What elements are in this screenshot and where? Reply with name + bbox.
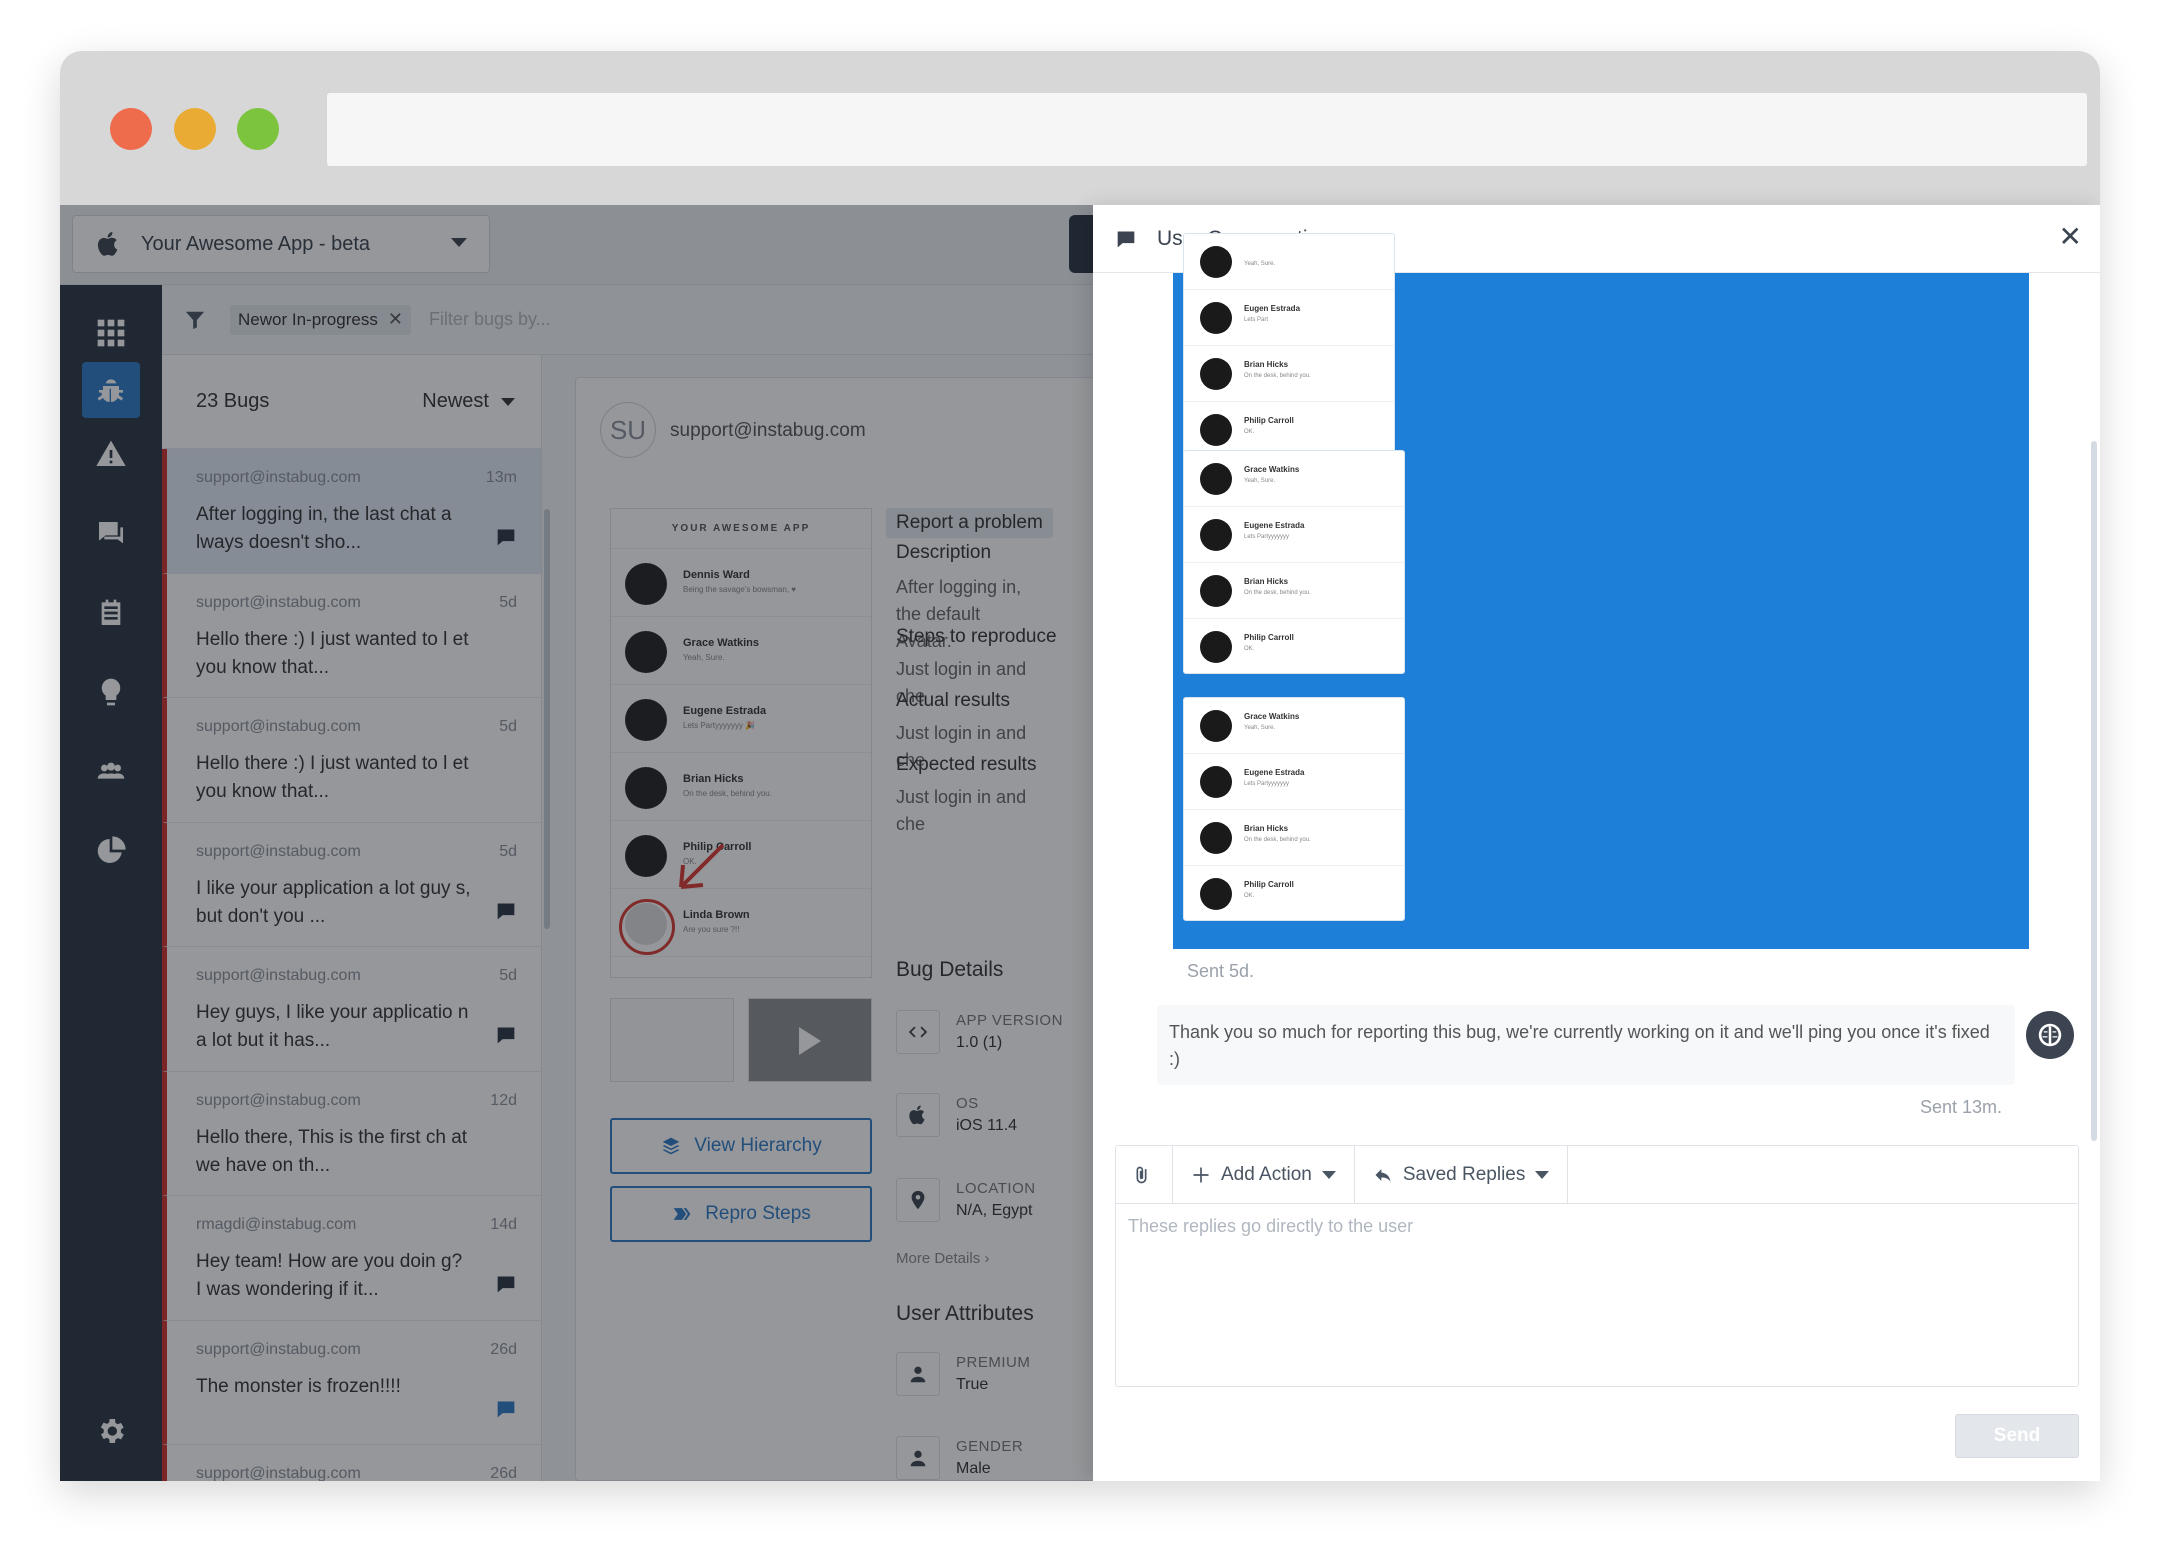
contact-status: On the desk, behind you. — [1244, 373, 1311, 379]
attachment-row: Philip Carroll OK. — [1184, 619, 1404, 673]
attachment-row: Brian Hicks On the desk, behind you. — [1184, 346, 1394, 402]
contact-status: Yeah, Sure. — [1244, 725, 1276, 731]
agent-reply-message: Thank you so much for reporting this bug… — [1157, 1005, 2015, 1085]
contact-name: Philip Carroll — [1244, 633, 1294, 642]
contact-name: Brian Hicks — [1244, 824, 1289, 833]
reply-textarea[interactable]: These replies go directly to the user — [1116, 1204, 2078, 1249]
reply-composer: Add Action Saved Replies These replies g… — [1115, 1145, 2079, 1387]
attachment-row: Brian Hicks On the desk, behind you. — [1184, 810, 1404, 866]
contact-status: On the desk, behind you. — [1244, 837, 1311, 843]
attachment-row: Grace Watkins Yeah, Sure. — [1184, 698, 1404, 754]
attachment-row: Eugen Estrada Lets Part — [1184, 290, 1394, 346]
agent-avatar — [2026, 1011, 2074, 1059]
contact-status: Lets Partyyyyyyy — [1244, 781, 1290, 787]
attachment-card: Grace Watkins Yeah, Sure. Eugene Estrada Le… — [1183, 697, 1405, 921]
attachment-row: Eugene Estrada Lets Partyyyyyyy — [1184, 507, 1404, 563]
contact-avatar — [1200, 766, 1232, 798]
minimize-window-button[interactable] — [174, 108, 216, 150]
contact-avatar — [1200, 822, 1232, 854]
contact-status: OK. — [1244, 429, 1255, 435]
contact-name: Eugene Estrada — [1244, 768, 1305, 777]
contact-avatar — [1200, 575, 1232, 607]
contact-status: Yeah, Sure. — [1244, 261, 1276, 267]
contact-avatar — [1200, 710, 1232, 742]
chevron-down-icon — [1535, 1170, 1550, 1179]
reply-icon — [1375, 1168, 1391, 1182]
contact-avatar — [1200, 631, 1232, 663]
contact-name: Eugen Estrada — [1244, 304, 1301, 313]
add-action-dropdown[interactable]: Add Action — [1173, 1145, 1355, 1204]
contact-name: Eugene Estrada — [1244, 521, 1305, 530]
attachment-row: Eugene Estrada Lets Partyyyyyyy — [1184, 754, 1404, 810]
attachment-row: Yeah, Sure. — [1184, 234, 1394, 290]
paperclip-icon — [1136, 1166, 1147, 1183]
contact-name: Grace Watkins — [1244, 465, 1300, 474]
contact-avatar — [1200, 358, 1232, 390]
attachment-card: Yeah, Sure. Eugen Estrada Lets Part Brian H… — [1183, 233, 1395, 477]
attachment-row: Grace Watkins Yeah, Sure. — [1184, 451, 1404, 507]
contact-status: On the desk, behind you. — [1244, 590, 1311, 596]
contact-name: Philip Carroll — [1244, 880, 1294, 889]
browser-chrome — [60, 51, 2100, 205]
user-message-timestamp: Sent 5d. — [1187, 961, 1255, 981]
saved-replies-label: Saved Replies — [1402, 1163, 1526, 1185]
agent-message-timestamp: Sent 13m. — [1919, 1097, 2002, 1117]
add-action-label: Add Action — [1221, 1163, 1312, 1185]
panel-scrollbar[interactable] — [2091, 441, 2097, 1141]
attachment-row: Brian Hicks On the desk, behind you. — [1184, 563, 1404, 619]
close-icon[interactable]: ✕ — [2059, 223, 2082, 251]
attachment-row: Philip Carroll OK. — [1184, 866, 1404, 920]
instabug-logo-icon — [2038, 1023, 2062, 1047]
maximize-window-button[interactable] — [237, 108, 279, 150]
contact-avatar — [1200, 302, 1232, 334]
contact-name: Brian Hicks — [1244, 577, 1289, 586]
contact-status: Lets Partyyyyyyy — [1244, 534, 1290, 540]
contact-name: Brian Hicks — [1244, 360, 1289, 369]
contact-avatar — [1200, 519, 1232, 551]
user-attachment-image[interactable]: Yeah, Sure. Eugen Estrada Lets Part Brian H… — [1173, 233, 2029, 949]
contact-avatar — [1200, 463, 1232, 495]
plus-icon — [1193, 1167, 1209, 1182]
contact-name: Philip Carroll — [1244, 416, 1294, 425]
contact-status: Lets Part — [1244, 317, 1269, 323]
contact-name: Grace Watkins — [1244, 712, 1300, 721]
contact-status: Yeah, Sure. — [1244, 478, 1276, 484]
contact-avatar — [1200, 878, 1232, 910]
modal-backdrop[interactable] — [60, 205, 1093, 1481]
saved-replies-dropdown[interactable]: Saved Replies — [1355, 1145, 1569, 1204]
browser-window: Your Awesome App - beta New or In-progre… — [60, 51, 2100, 1481]
close-window-button[interactable] — [110, 108, 152, 150]
contact-status: OK. — [1244, 646, 1255, 652]
attach-button[interactable] — [1116, 1145, 1173, 1204]
contact-avatar — [1200, 414, 1232, 446]
attachment-card: Grace Watkins Yeah, Sure. Eugene Estrada Le… — [1183, 450, 1405, 674]
contact-status: OK. — [1244, 893, 1255, 899]
send-button[interactable]: Send — [1955, 1414, 2079, 1458]
chevron-down-icon — [1321, 1170, 1336, 1179]
contact-avatar — [1200, 246, 1232, 278]
conversation-panel: User Conversation ✕ Yeah, Sure.Eugen Est… — [1093, 205, 2100, 1481]
app-area: Your Awesome App - beta New or In-progre… — [60, 205, 2100, 1481]
composer-toolbar: Add Action Saved Replies — [1116, 1145, 2078, 1204]
chat-bubble-icon — [1115, 229, 1137, 249]
address-bar[interactable] — [327, 93, 2087, 166]
